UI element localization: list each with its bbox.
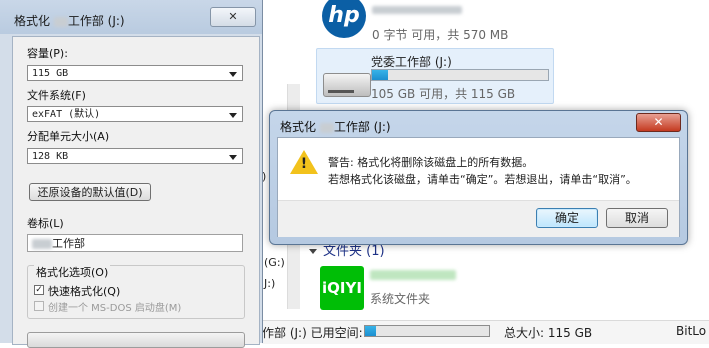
restore-defaults-button[interactable]: 还原设备的默认值(D) [29, 183, 151, 201]
iqiyi-name-blurred [370, 270, 456, 280]
drive1-name-blurred [372, 6, 462, 14]
ok-button[interactable]: 确定 [536, 208, 598, 228]
status-bitlocker: BitLo [676, 324, 707, 338]
status-drive-label: 作部 (J:) 已用空间: [262, 326, 363, 340]
nav-drive-g[interactable]: (G:) [264, 256, 285, 269]
status-total-size: 总大小: 115 GB [504, 326, 593, 340]
quick-format-checkbox[interactable]: ✓ [34, 285, 44, 295]
warning-line1: 警告: 格式化将删除该磁盘上的所有数据。 [328, 156, 534, 169]
status-usage-fill [365, 326, 377, 336]
dialog-close-button[interactable]: ✕ [636, 113, 681, 132]
volume-input[interactable]: 工作部 [27, 234, 243, 252]
collapse-triangle-icon[interactable] [309, 249, 317, 254]
format-close-button[interactable]: ✕ [210, 7, 256, 27]
title-blurred [53, 16, 68, 27]
format-window-title: 格式化 工作部 (J:) [14, 14, 125, 28]
allocation-unit-value: 128 KB [32, 151, 69, 162]
chevron-down-icon [229, 113, 237, 118]
filesystem-select[interactable]: exFAT (默认) [27, 106, 243, 122]
volume-value: 工作部 [52, 237, 85, 250]
msdos-label: 创建一个 MS-DOS 启动盘(M) [48, 303, 182, 314]
drive-j-usage-bar [371, 69, 549, 81]
filesystem-label: 文件系统(F) [27, 89, 86, 102]
volume-blurred [32, 239, 52, 249]
drive-j-name: 党委工作部 (J:) [371, 55, 452, 69]
usb-drive-icon [323, 73, 371, 97]
iqiyi-subtitle: 系统文件夹 [370, 292, 431, 306]
drive-j-item[interactable]: 党委工作部 (J:) 105 GB 可用，共 115 GB [316, 48, 554, 104]
chevron-down-icon [229, 155, 237, 160]
hp-logo: hp [322, 0, 366, 38]
allocation-unit-label: 分配单元大小(A) [27, 130, 110, 143]
msdos-checkbox [34, 301, 44, 311]
format-warning-dialog: 格式化 工作部 (J:) ✕ ! 警告: 格式化将删除该磁盘上的所有数据。 若想… [269, 110, 688, 245]
dialog-body: ! 警告: 格式化将删除该磁盘上的所有数据。 若想格式化该磁盘，请单击“确定”。… [277, 137, 680, 237]
format-titlebar: 格式化 工作部 (J:) ✕ [0, 0, 262, 34]
dialog-title-blurred [319, 122, 334, 133]
capacity-label: 容量(P): [27, 47, 68, 60]
quick-format-label[interactable]: 快速格式化(Q) [48, 283, 120, 299]
format-options-group: 格式化选项(O) ✓ 快速格式化(Q) 创建一个 MS-DOS 启动盘(M) [27, 264, 245, 319]
warning-icon: ! [290, 150, 318, 174]
start-button-partial[interactable] [27, 332, 245, 348]
volume-label: 卷标(L) [27, 217, 64, 230]
drive-j-usage-fill [372, 70, 388, 80]
chevron-down-icon [229, 72, 237, 77]
drive-j-info: 105 GB 可用，共 115 GB [371, 87, 516, 101]
nav-drive-j[interactable]: J:) [264, 277, 275, 290]
format-window: 格式化 工作部 (J:) ✕ 容量(P): 115 GB 文件系统(F) exF… [0, 0, 263, 348]
allocation-unit-select[interactable]: 128 KB [27, 148, 243, 164]
iqiyi-icon[interactable]: iQIYI [320, 266, 364, 310]
status-usage-bar [364, 325, 490, 337]
warning-line2: 若想格式化该磁盘，请单击“确定”。若想退出，请单击“取消”。 [328, 173, 637, 186]
format-options-label: 格式化选项(O) [34, 264, 111, 280]
status-bar: 作部 (J:) 已用空间: 总大小: 115 GB BitLo [262, 320, 709, 344]
folder-header-label: 文件夹 (1) [323, 244, 385, 259]
capacity-select[interactable]: 115 GB [27, 65, 243, 81]
drive1-info: 0 字节 可用，共 570 MB [372, 28, 509, 42]
filesystem-value: exFAT (默认) [32, 109, 101, 120]
capacity-value: 115 GB [32, 68, 69, 79]
dialog-title: 格式化 工作部 (J:) [280, 120, 391, 134]
cancel-button[interactable]: 取消 [606, 208, 668, 228]
hp-drive-icon: hp [322, 0, 366, 40]
format-body: 容量(P): 115 GB 文件系统(F) exFAT (默认) 分配单元大小(… [12, 36, 260, 348]
